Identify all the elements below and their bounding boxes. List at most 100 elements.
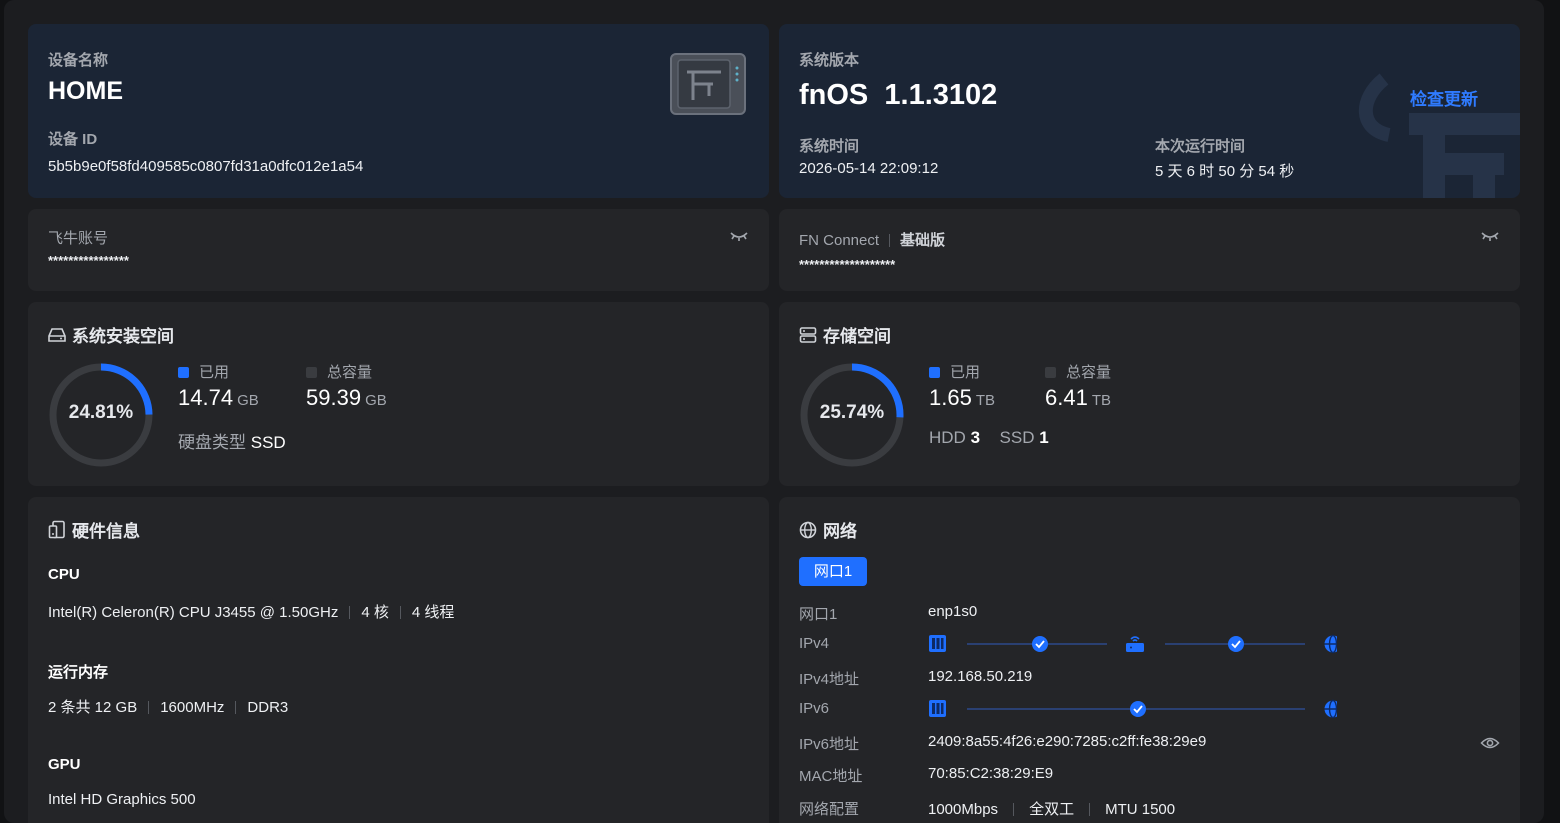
network-card: 网络 网口1 网口1 enp1s0 IPv4 IPv4地址 192.168.50… (779, 497, 1520, 823)
storage-title: 存储空间 (823, 327, 891, 346)
gpu-model: Intel HD Graphics 500 (48, 791, 196, 808)
cpu-threads: 4 线程 (411, 604, 455, 621)
account-value: **************** (48, 253, 129, 268)
disk-type: 硬盘类型 SSD (178, 428, 286, 453)
fnconnect-tier: 基础版 (900, 232, 946, 249)
total-unit: TB (1091, 392, 1111, 409)
divider (889, 234, 891, 247)
sys-space-used: 已用 14.74 GB (178, 361, 259, 411)
ram-speed: 1600MHz (160, 699, 225, 716)
network-title: 网络 (823, 522, 857, 541)
device-card: 设备名称 HOME 设备 ID 5b5b9e0f58fd409585c0807f… (28, 24, 769, 198)
account-label: 飞牛账号 (48, 230, 109, 247)
uptime: 5 天 6 时 50 分 54 秒 (1155, 163, 1295, 180)
disk-counts: HDD 3 SSD 1 (929, 428, 1049, 448)
globe-icon (799, 521, 817, 538)
used-value: 1.65 (929, 385, 972, 410)
hdd-label: HDD (929, 428, 966, 447)
router-node-icon (1126, 636, 1144, 652)
tab-port1[interactable]: 网口1 (799, 557, 867, 586)
eye-closed-icon[interactable] (1480, 230, 1500, 244)
ram-count: 2 条共 12 GB (48, 699, 138, 716)
network-header: 网络 (799, 517, 857, 542)
ipv6-topology (929, 699, 1337, 719)
sys-space-title: 系统安装空间 (72, 327, 174, 346)
hardware-icon (48, 520, 65, 539)
hardware-card: 硬件信息 CPU Intel(R) Celeron(R) CPU J3455 @… (28, 497, 769, 823)
storage-percent: 25.74% (819, 402, 885, 423)
storage-icon (799, 326, 817, 343)
check-icon (1130, 701, 1146, 717)
hdd-icon (48, 327, 66, 342)
internet-node-icon (1324, 634, 1337, 654)
sys-space-percent: 24.81% (68, 402, 134, 423)
nas-node-icon (929, 635, 946, 652)
iface-label: 网口1 (799, 606, 838, 623)
hardware-title: 硬件信息 (72, 522, 140, 541)
fnconnect-label: FN Connect (799, 232, 880, 249)
storage-card: 存储空间 25.74% 已用 1.65 TB 总容量 6.41 TB HDD 3 S… (779, 302, 1520, 486)
internet-node-icon (1324, 699, 1337, 719)
ipv6-addr-label: IPv6地址 (799, 736, 860, 753)
fnconnect-card: FN Connect 基础版 ******************* (779, 209, 1520, 291)
used-label: 已用 (199, 364, 230, 381)
uptime-label: 本次运行时间 (1155, 138, 1246, 155)
system-time-label: 系统时间 (799, 138, 860, 155)
disk-type-value: SSD (250, 433, 286, 452)
ipv6-label: IPv6 (799, 700, 830, 717)
cpu-cores: 4 核 (361, 604, 389, 621)
storage-header: 存储空间 (799, 322, 891, 347)
total-unit: GB (365, 392, 387, 409)
mac-label: MAC地址 (799, 768, 863, 785)
mac-value: 70:85:C2:38:29:E9 (928, 765, 1054, 782)
ipv6-addr-value: 2409:8a55:4f26:e290:7285:c2ff:fe38:29e9 (928, 733, 1207, 750)
storage-total: 总容量 6.41 TB (1045, 361, 1111, 411)
total-value: 6.41 (1045, 385, 1088, 410)
scrollbar[interactable] (1548, 0, 1554, 823)
disk-type-label: 硬盘类型 (178, 433, 246, 452)
cpu-model: Intel(R) Celeron(R) CPU J3455 @ 1.50GHz (48, 604, 339, 621)
config-value: 1000Mbps 全双工 MTU 1500 (928, 798, 1175, 819)
system-card: 系统版本 fnOS 1.1.3102 检查更新 系统时间 2026-05-14 … (779, 24, 1520, 198)
check-update-link[interactable]: 检查更新 (1410, 85, 1478, 110)
cpu-info: Intel(R) Celeron(R) CPU J3455 @ 1.50GHz 4… (48, 601, 454, 622)
check-icon (1032, 636, 1048, 652)
ipv4-label: IPv4 (799, 635, 830, 652)
used-label: 已用 (950, 364, 981, 381)
hardware-header: 硬件信息 (48, 517, 140, 542)
system-version: fnOS 1.1.3102 (799, 79, 998, 111)
device-id: 5b5b9e0f58fd409585c0807fd31a0dfc012e1a54 (48, 158, 364, 175)
sys-space-card: 系统安装空间 24.81% 已用 14.74 GB 总容量 59.39 GB 硬盘类… (28, 302, 769, 486)
ipv4-addr-value: 192.168.50.219 (928, 668, 1033, 685)
ram-label: 运行内存 (48, 664, 109, 681)
iface-value: enp1s0 (928, 603, 978, 620)
system-time: 2026-05-14 22:09:12 (799, 160, 939, 177)
gpu-label: GPU (48, 756, 81, 773)
total-value: 59.39 (306, 385, 362, 410)
total-label: 总容量 (327, 364, 373, 381)
sys-space-header: 系统安装空间 (48, 322, 174, 347)
system-version-label: 系统版本 (799, 52, 860, 69)
ssd-count: 1 (1039, 428, 1049, 447)
account-card: 飞牛账号 **************** (28, 209, 769, 291)
eye-closed-icon[interactable] (729, 230, 749, 244)
eye-open-icon[interactable] (1480, 736, 1500, 750)
device-name-label: 设备名称 (48, 52, 109, 69)
used-unit: TB (975, 392, 995, 409)
dashboard: 设备名称 HOME 设备 ID 5b5b9e0f58fd409585c0807f… (4, 0, 1544, 823)
hdd-count: 3 (970, 428, 981, 447)
config-label: 网络配置 (799, 801, 860, 818)
fnconnect-header: FN Connect 基础版 (799, 229, 945, 250)
ram-info: 2 条共 12 GB 1600MHz DDR3 (48, 696, 288, 717)
used-unit: GB (237, 392, 259, 409)
device-id-label: 设备 ID (48, 131, 98, 148)
used-value: 14.74 (178, 385, 234, 410)
nas-device-icon (670, 53, 746, 115)
storage-used: 已用 1.65 TB (929, 361, 995, 411)
mtu: MTU 1500 (1105, 801, 1176, 818)
sys-space-total: 总容量 59.39 GB (306, 361, 387, 411)
cpu-label: CPU (48, 566, 80, 583)
ipv4-topology (929, 634, 1337, 654)
ipv4-addr-label: IPv4地址 (799, 671, 860, 688)
check-icon (1228, 636, 1244, 652)
